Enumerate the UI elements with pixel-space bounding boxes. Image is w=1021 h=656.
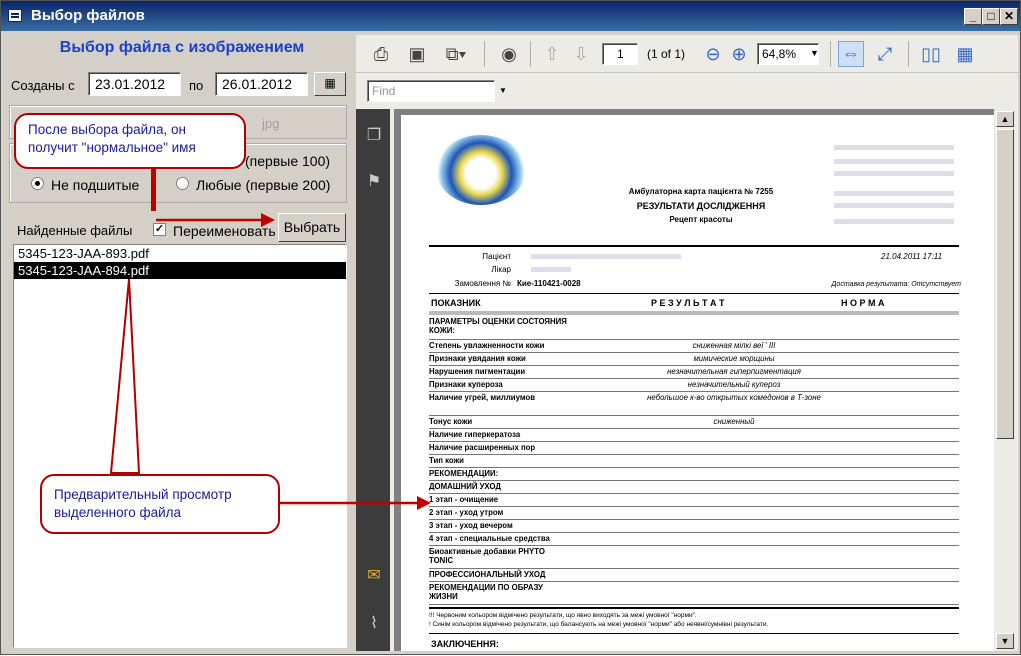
callout-pointer bbox=[151, 166, 156, 211]
annotation-overlay bbox=[109, 166, 431, 510]
file-picker-window: Выбор файлов _ □ ✕ Выбор файла с изображ… bbox=[0, 0, 1021, 655]
annotation-arrowhead bbox=[417, 496, 431, 510]
callout-pointer bbox=[109, 278, 141, 474]
preview-callout: Предварительный просмотр выделенного фай… bbox=[40, 474, 280, 534]
rename-callout: После выбора файла, он получит "нормальн… bbox=[14, 113, 246, 169]
annotation-arrowhead bbox=[261, 213, 275, 227]
